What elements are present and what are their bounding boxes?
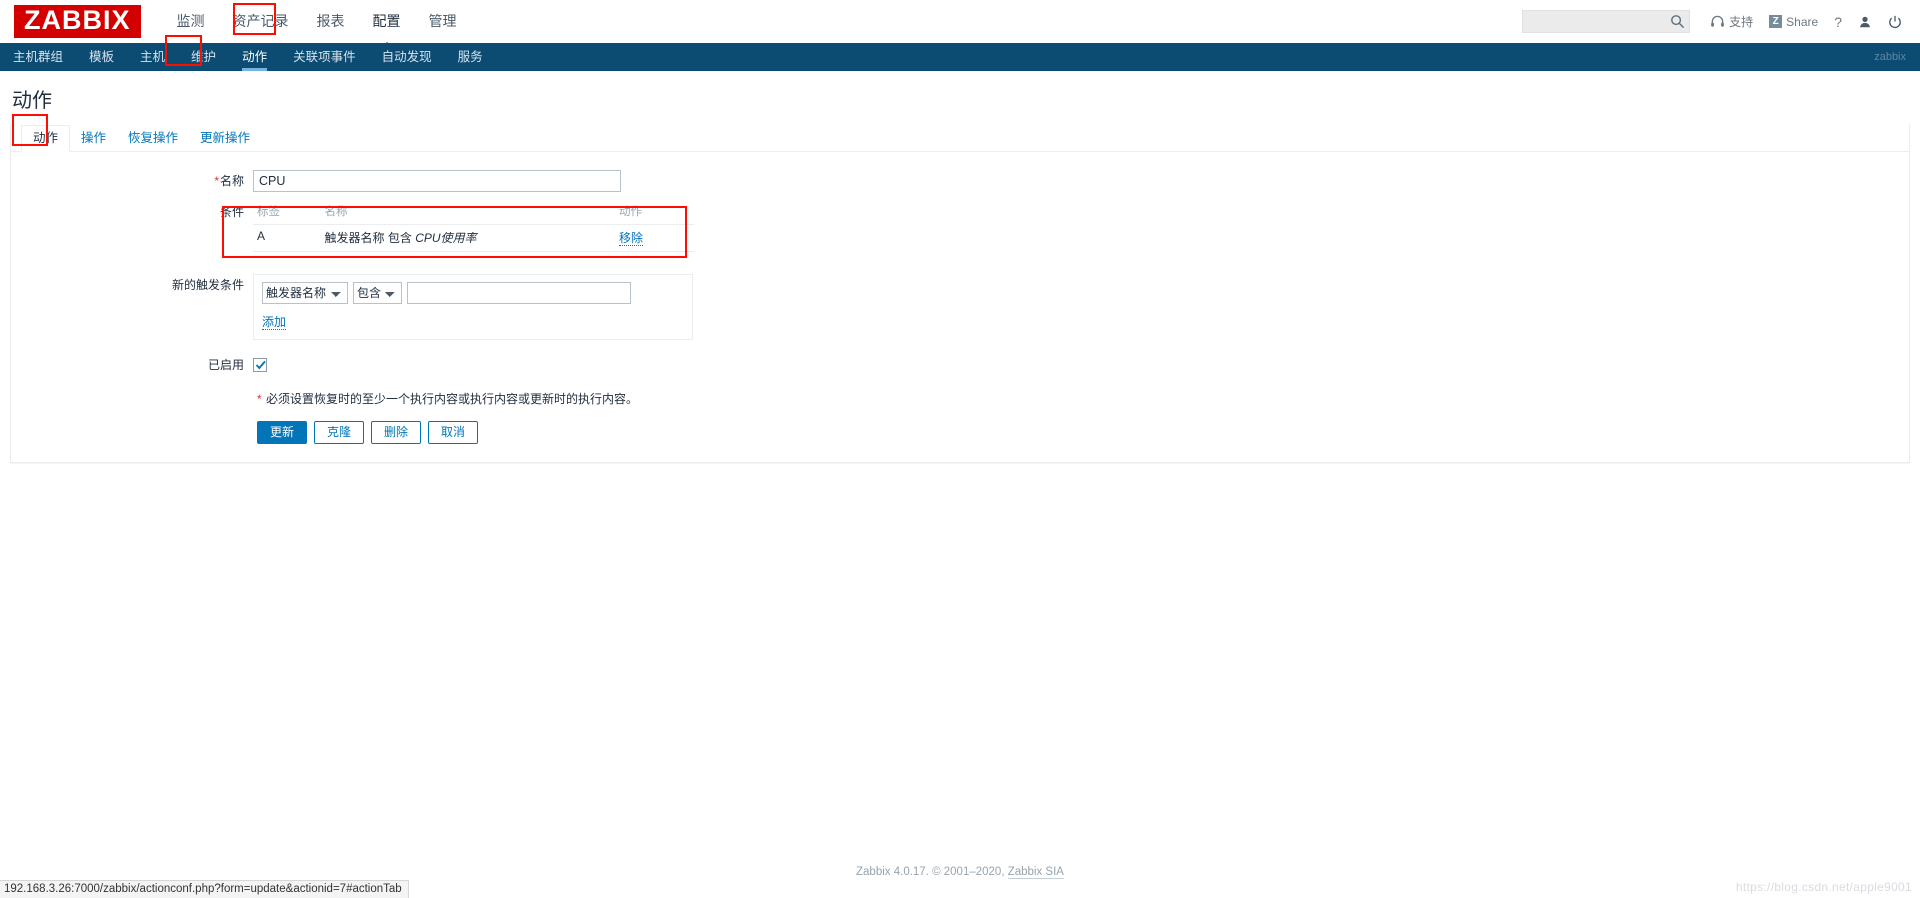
conditions-control: 标签 名称 动作 A 触发器名称 包含 CPU使用率 移除 — [253, 201, 694, 252]
action-form: *名称 条件 标签 名称 动作 — [11, 152, 1909, 444]
form-row-conditions: 条件 标签 名称 动作 A 触发器名称 包含 CPU使用率 移除 — [11, 201, 1909, 252]
form-tabs: 动作 操作 恢复操作 更新操作 — [11, 124, 1909, 152]
subnav-item-event-correlation[interactable]: 关联项事件 — [280, 43, 369, 71]
share-button[interactable]: Z Share — [1761, 15, 1826, 29]
condition-label: A — [253, 224, 321, 252]
sub-navigation: 主机群组 模板 主机 维护 动作 关联项事件 自动发现 服务 zabbix — [0, 43, 1920, 71]
name-control — [253, 170, 621, 192]
menu-item-inventory[interactable]: 资产记录 — [219, 0, 303, 43]
logout-button[interactable] — [1880, 15, 1910, 29]
subnav-item-host-groups[interactable]: 主机群组 — [0, 43, 76, 71]
condition-action-cell: 移除 — [615, 224, 694, 252]
header-action: 动作 — [615, 201, 694, 225]
header-label: 标签 — [253, 201, 321, 225]
update-button[interactable]: 更新 — [257, 421, 308, 444]
subnav-item-services[interactable]: 服务 — [445, 43, 496, 71]
conditions-header-row: 标签 名称 动作 — [253, 201, 694, 225]
menu-item-configuration[interactable]: 配置 — [359, 0, 415, 48]
footer-copyright: Zabbix 4.0.17. © 2001–2020, — [856, 866, 1008, 878]
tab-action[interactable]: 动作 — [21, 125, 71, 152]
conditions-label: 条件 — [219, 205, 244, 219]
footer: Zabbix 4.0.17. © 2001–2020, Zabbix SIA — [0, 866, 1920, 879]
subnav-item-discovery[interactable]: 自动发现 — [369, 43, 445, 71]
menu-item-monitoring[interactable]: 监测 — [163, 0, 219, 43]
remove-condition-link[interactable]: 移除 — [619, 231, 644, 246]
subnav-item-maintenance[interactable]: 维护 — [178, 43, 229, 71]
search-input[interactable] — [1522, 10, 1691, 33]
tab-update-operations[interactable]: 更新操作 — [189, 125, 261, 151]
action-form-card: 动作 操作 恢复操作 更新操作 *名称 条件 — [10, 124, 1910, 463]
support-button[interactable]: 支持 — [1702, 13, 1761, 30]
page-content: 动作 动作 操作 恢复操作 更新操作 *名称 条件 — [0, 71, 1920, 463]
footnote-marker: * — [257, 392, 262, 406]
clone-button[interactable]: 克隆 — [314, 421, 365, 444]
table-row: A 触发器名称 包含 CPU使用率 移除 — [253, 224, 694, 252]
required-marker: * — [214, 174, 219, 188]
footnote-text: 必须设置恢复时的至少一个执行内容或执行内容或更新时的执行内容。 — [266, 392, 639, 406]
condition-name: 触发器名称 包含 CPU使用率 — [320, 224, 616, 252]
zabbix-share-icon: Z — [1769, 15, 1783, 28]
main-menu: 监测 资产记录 报表 配置 管理 — [163, 0, 471, 48]
menu-item-administration[interactable]: 管理 — [415, 0, 471, 43]
name-label: *名称 — [11, 170, 253, 192]
enabled-label: 已启用 — [207, 358, 244, 372]
search-container — [1522, 10, 1691, 33]
support-label: 支持 — [1729, 15, 1754, 29]
help-label: ? — [1834, 13, 1842, 30]
cancel-button[interactable]: 取消 — [428, 421, 479, 444]
page-title: 动作 — [12, 90, 52, 112]
footer-link[interactable]: Zabbix SIA — [1007, 866, 1064, 879]
new-condition-inputs: 触发器名称 包含 — [262, 282, 684, 304]
add-condition-row: 添加 — [262, 313, 684, 330]
condition-name-value: CPU使用率 — [415, 231, 477, 245]
condition-operator-select[interactable]: 包含 — [353, 282, 402, 304]
help-button[interactable]: ? — [1826, 14, 1850, 30]
tab-recovery-operations[interactable]: 恢复操作 — [117, 125, 189, 151]
subnav-item-templates[interactable]: 模板 — [76, 43, 127, 71]
logged-in-user: zabbix — [1874, 51, 1906, 63]
share-label: Share — [1786, 14, 1819, 29]
new-condition-label: 新的触发条件 — [171, 278, 244, 292]
conditions-table: 标签 名称 动作 A 触发器名称 包含 CPU使用率 移除 — [253, 201, 694, 252]
zabbix-logo[interactable]: ZABBIX — [14, 5, 141, 38]
name-input[interactable] — [253, 170, 621, 192]
add-condition-link[interactable]: 添加 — [262, 315, 287, 330]
enabled-checkbox[interactable] — [253, 357, 267, 372]
check-icon — [255, 360, 266, 370]
browser-status-bar: 192.168.3.26:7000/zabbix/actionconf.php?… — [0, 880, 409, 898]
header-tools: 支持 Z Share ? — [1522, 0, 1910, 43]
condition-value-input[interactable] — [407, 282, 631, 304]
form-footnote: * 必须设置恢复时的至少一个执行内容或执行内容或更新时的执行内容。 — [257, 390, 1909, 407]
power-icon — [1889, 15, 1901, 28]
headset-icon — [1711, 15, 1725, 27]
condition-type-select[interactable]: 触发器名称 — [262, 282, 348, 304]
delete-button[interactable]: 删除 — [371, 421, 422, 444]
watermark: https://blog.csdn.net/apple9001 — [1735, 880, 1912, 894]
header-name: 名称 — [320, 201, 616, 225]
new-condition-control: 触发器名称 包含 添加 — [253, 274, 693, 340]
user-icon — [1860, 16, 1870, 27]
form-row-enabled: 已启用 — [11, 354, 1909, 376]
enabled-control — [253, 354, 267, 372]
top-header: ZABBIX 监测 资产记录 报表 配置 管理 支持 Z Share ? — [0, 0, 1920, 48]
subnav-item-actions[interactable]: 动作 — [229, 43, 280, 71]
form-row-new-condition: 新的触发条件 触发器名称 包含 添加 — [11, 274, 1909, 340]
user-profile-button[interactable] — [1850, 15, 1880, 29]
condition-name-prefix: 触发器名称 包含 — [324, 231, 416, 245]
form-row-name: *名称 — [11, 170, 1909, 192]
form-buttons: 更新 克隆 删除 取消 — [257, 421, 1909, 444]
subnav-item-hosts[interactable]: 主机 — [127, 43, 178, 71]
new-condition-box: 触发器名称 包含 添加 — [253, 274, 693, 340]
name-label-text: 名称 — [219, 174, 244, 188]
tab-operations[interactable]: 操作 — [70, 125, 117, 151]
menu-item-reports[interactable]: 报表 — [303, 0, 359, 43]
